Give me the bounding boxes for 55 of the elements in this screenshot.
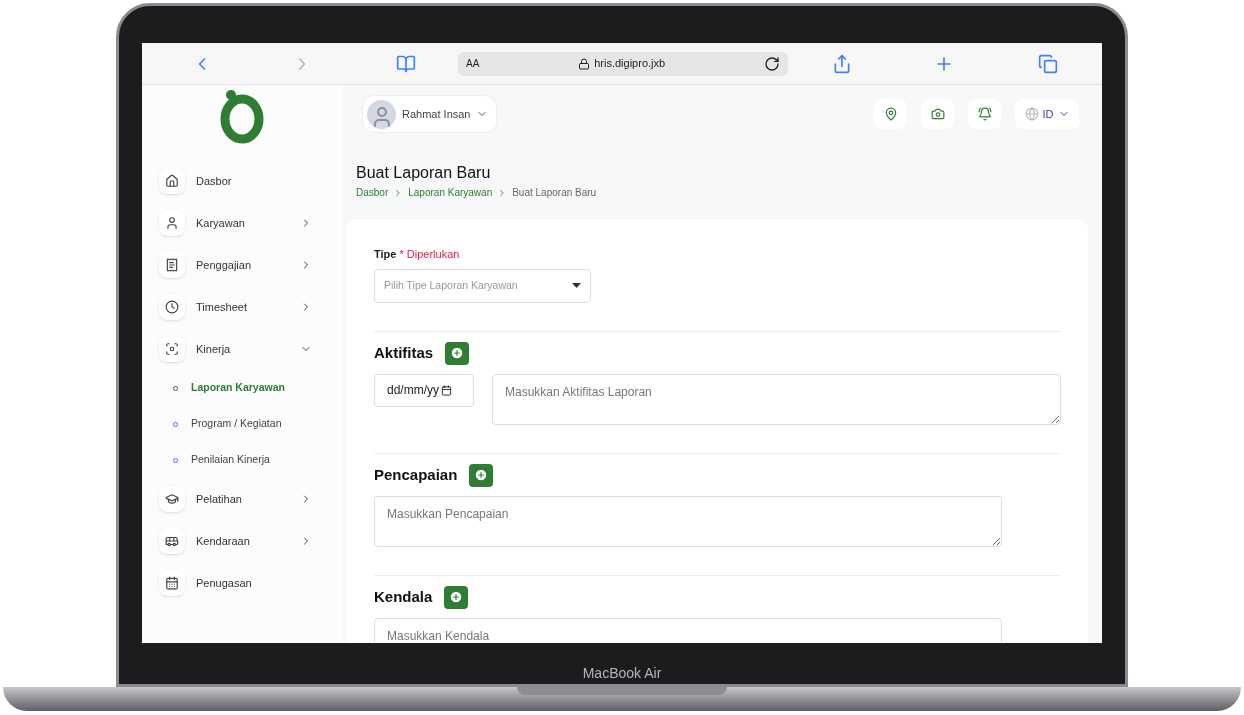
sidebar-item[interactable]: Penugasan — [142, 562, 342, 604]
calendar-icon — [159, 570, 185, 596]
logo-icon — [218, 88, 266, 144]
add-button[interactable] — [445, 341, 470, 365]
bell-icon[interactable] — [968, 99, 1001, 129]
avatar-icon — [367, 99, 396, 129]
caret-icon — [572, 283, 581, 288]
sidebar-item[interactable]: Timesheet — [142, 286, 342, 328]
sidebar-item[interactable]: Karyawan — [142, 202, 342, 244]
share-icon[interactable] — [832, 53, 852, 74]
submenu-item[interactable]: Penilaian Kinerja — [142, 442, 342, 478]
section-title: Pencapaian — [374, 464, 458, 485]
address-bar[interactable]: AA hris.digipro.jxb — [458, 51, 788, 76]
receipt-icon — [159, 252, 185, 278]
bus-icon — [159, 528, 185, 554]
language-menu[interactable]: ID — [1015, 99, 1079, 129]
lock-icon — [578, 57, 591, 70]
sidebar-item[interactable]: Pelatihan — [142, 478, 342, 520]
text-area[interactable]: Masukkan Pencapaian — [374, 495, 1002, 547]
breadcrumb-link[interactable]: Laporan Karyawan — [408, 185, 493, 200]
breadcrumb-link[interactable]: Dasbor — [356, 185, 389, 200]
date-field[interactable]: dd/mm/yy — [374, 373, 474, 407]
sidebar-item[interactable]: Dasbor — [142, 160, 342, 202]
submenu-item[interactable]: Laporan Karyawan — [142, 370, 342, 406]
submenu-item[interactable]: Program / Kegiatan — [142, 406, 342, 442]
home-icon — [159, 168, 185, 194]
page-title: Buat Laporan Baru — [356, 163, 492, 183]
plus-icon — [450, 346, 465, 360]
target-icon — [159, 336, 185, 362]
camera-icon[interactable] — [921, 99, 954, 129]
clock-icon — [159, 294, 185, 320]
add-button[interactable] — [469, 463, 494, 487]
text-area[interactable]: Masukkan Kendala — [374, 617, 1002, 643]
section-title: Aktifitas — [374, 342, 434, 363]
location-pin-icon[interactable] — [874, 99, 907, 129]
user-icon — [159, 210, 185, 236]
url-text: hris.digipro.jxb — [594, 56, 666, 72]
sidebar-item[interactable]: Kinerja — [142, 328, 342, 370]
calendar-icon — [441, 384, 452, 396]
book-icon[interactable] — [396, 53, 416, 74]
text-size-label[interactable]: AA — [466, 56, 480, 71]
graduation-cap-icon — [159, 486, 185, 512]
add-button[interactable] — [444, 585, 469, 609]
globe-icon — [1024, 107, 1039, 121]
reload-icon[interactable] — [764, 55, 780, 72]
plus-icon — [474, 468, 489, 482]
tabs-icon[interactable] — [1038, 53, 1058, 74]
field-label: Tipe * Diperlukan — [374, 247, 461, 262]
sidebar-item[interactable]: Penggajian — [142, 244, 342, 286]
plus-icon — [449, 590, 464, 604]
user-menu[interactable]: Rahmat Insan — [362, 95, 498, 133]
device-label: MacBook Air — [582, 664, 662, 683]
section-title: Kendala — [374, 586, 433, 607]
text-area[interactable]: Masukkan Aktifitas Laporan — [492, 373, 1061, 425]
sidebar-item[interactable]: Kendaraan — [142, 520, 342, 562]
